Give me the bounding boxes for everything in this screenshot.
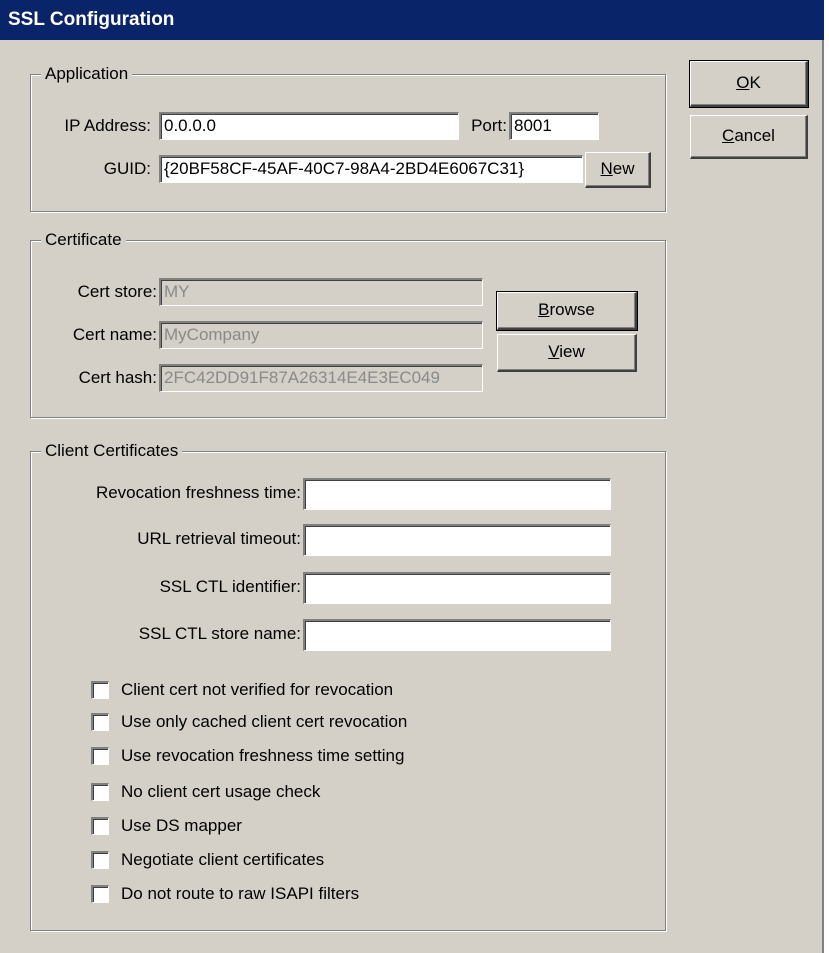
port-label: Port: (471, 116, 507, 135)
checkbox-client-cert-not-verified[interactable] (91, 681, 109, 699)
ip-address-label: IP Address: (64, 116, 151, 135)
cert-store-field: MY (159, 278, 483, 306)
guid-field[interactable]: {20BF58CF-45AF-40C7-98A4-2BD4E6067C31} (159, 155, 583, 183)
client-certificates-legend: Client Certificates (41, 440, 183, 462)
browse-button[interactable]: Browse (496, 291, 638, 331)
checkbox-no-client-cert-usage-check[interactable] (91, 783, 109, 801)
checkbox-negotiate-client-certificates[interactable] (91, 851, 109, 869)
ssl-ctl-identifier-field[interactable] (303, 572, 611, 604)
cert-name-label: Cert name: (72, 325, 157, 344)
revocation-freshness-field[interactable] (303, 478, 611, 510)
cancel-button[interactable]: Cancel (690, 115, 808, 159)
view-button[interactable]: View (497, 334, 637, 372)
title-bar[interactable]: SSL Configuration (0, 0, 824, 40)
application-legend: Application (41, 63, 133, 85)
ssl-ctl-store-name-field[interactable] (303, 619, 611, 651)
checkbox-label: Use only cached client cert revocation (121, 712, 408, 731)
dialog-window: SSL Configuration OK Cancel Application … (0, 0, 824, 953)
checkbox-use-ds-mapper[interactable] (91, 817, 109, 835)
cert-store-label: Cert store: (77, 282, 157, 301)
checkbox-label: Use DS mapper (121, 816, 242, 835)
url-retrieval-timeout-field[interactable] (303, 524, 611, 556)
ok-button[interactable]: OK (689, 60, 809, 108)
cert-name-field: MyCompany (159, 321, 483, 349)
checkbox-label: Negotiate client certificates (121, 850, 325, 869)
new-guid-button[interactable]: New (585, 152, 651, 188)
cert-hash-field: 2FC42DD91F87A26314E4E3EC049 (159, 364, 483, 392)
guid-label: GUID: (103, 159, 151, 178)
ssl-ctl-identifier-label: SSL CTL identifier: (159, 577, 301, 596)
url-retrieval-timeout-label: URL retrieval timeout: (137, 529, 301, 548)
checkbox-label: Client cert not verified for revocation (121, 680, 394, 699)
checkbox-label: No client cert usage check (121, 782, 321, 801)
checkbox-use-only-cached[interactable] (91, 713, 109, 731)
ssl-ctl-store-name-label: SSL CTL store name: (138, 624, 301, 643)
revocation-freshness-label: Revocation freshness time: (95, 483, 301, 502)
checkbox-do-not-route-raw-isapi[interactable] (91, 885, 109, 903)
ip-address-field[interactable]: 0.0.0.0 (159, 112, 459, 140)
certificate-legend: Certificate (41, 229, 126, 251)
window-title: SSL Configuration (8, 9, 175, 30)
checkbox-use-revocation-freshness[interactable] (91, 747, 109, 765)
checkbox-label: Do not route to raw ISAPI filters (121, 884, 360, 903)
port-field[interactable]: 8001 (509, 112, 599, 140)
application-group: Application IP Address: 0.0.0.0 Port: 80… (30, 63, 666, 212)
checkbox-label: Use revocation freshness time setting (121, 746, 405, 765)
client-certificates-group: Client Certificates Revocation freshness… (30, 440, 666, 931)
cert-hash-label: Cert hash: (78, 368, 157, 387)
certificate-group: Certificate Cert store: MY Cert name: My… (30, 229, 666, 418)
